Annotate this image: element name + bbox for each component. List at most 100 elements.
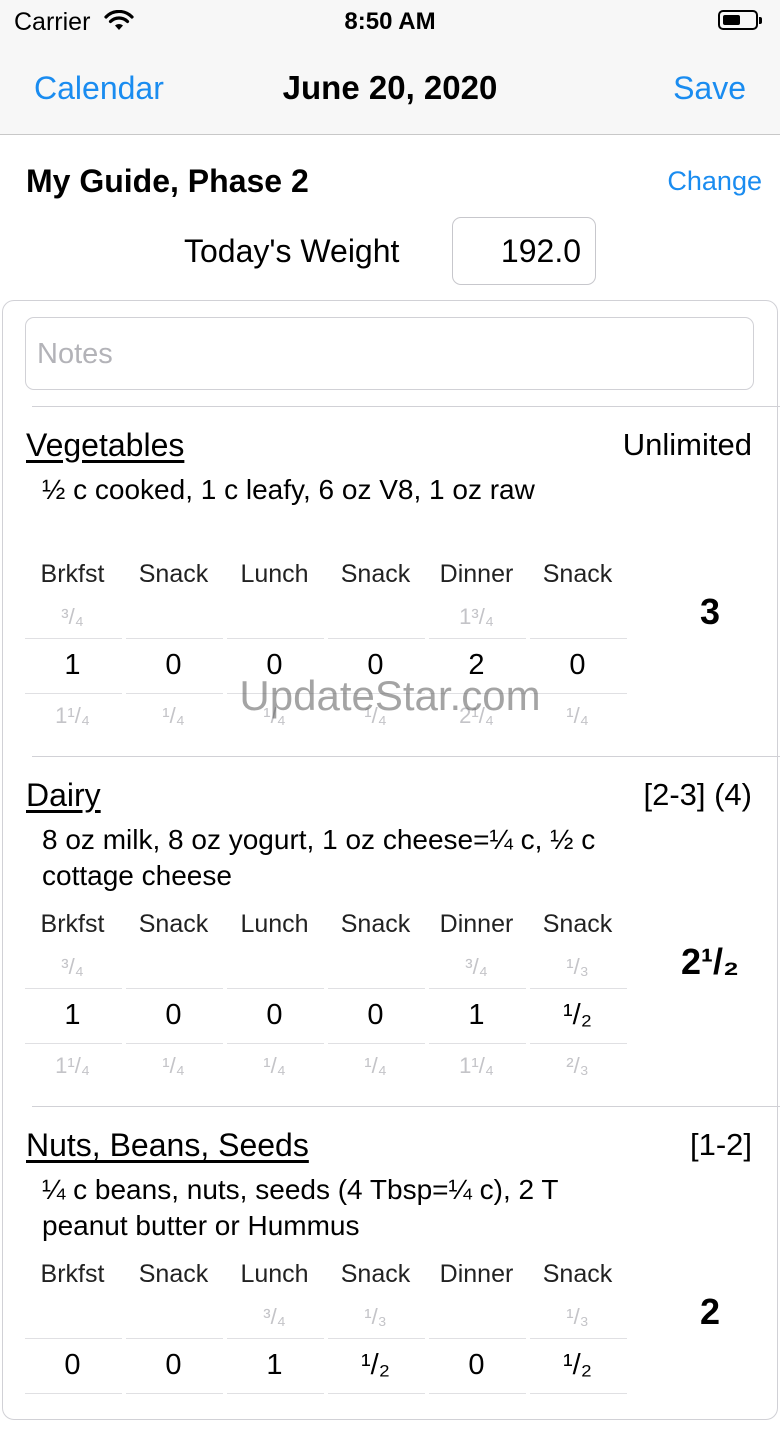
serving-picker[interactable]: ¹/₂ <box>527 1349 628 1382</box>
picker-line <box>328 988 425 989</box>
picker-option-below <box>426 1403 527 1425</box>
picker-line <box>328 1393 425 1394</box>
picker-line <box>429 693 526 694</box>
serving-picker[interactable]: 1 <box>224 1349 325 1382</box>
meal-label: Lunch <box>240 560 309 588</box>
picker-option-below: 2¹/₄ <box>459 703 494 725</box>
guide-title: My Guide, Phase 2 <box>26 163 309 199</box>
navigation-bar: Calendar June 20, 2020 Save <box>0 44 780 135</box>
serving-picker[interactable]: 0 <box>325 999 426 1032</box>
picker-option-above: ³/₄ <box>61 604 84 629</box>
serving-picker[interactable]: 0 <box>325 649 426 682</box>
picker-option-below: ¹/₄ <box>364 1053 387 1075</box>
picker-line <box>25 693 122 694</box>
picker-line <box>530 1393 627 1394</box>
picker-line <box>126 988 223 989</box>
picker-option-below <box>224 1403 325 1425</box>
section-divider <box>32 1106 780 1107</box>
picker-line <box>530 693 627 694</box>
picker-line <box>429 1338 526 1339</box>
servings-target: [2-3] (4) <box>643 777 752 812</box>
picker-line <box>429 638 526 639</box>
picker-option-below <box>325 1403 426 1425</box>
picker-option-above: ¹/₃ <box>364 1304 387 1329</box>
food-group-name[interactable]: Vegetables <box>26 427 184 464</box>
meal-label: Snack <box>542 1260 613 1288</box>
food-group-section: Nuts, Beans, Seeds [1-2] ¼ c beans, nuts, … <box>0 1106 780 1456</box>
meal-label: Snack <box>542 910 613 938</box>
picker-option-below: ¹/₄ <box>263 703 286 725</box>
meal-label: Snack <box>340 1260 411 1288</box>
picker-option-above: ³/₄ <box>263 1304 286 1329</box>
picker-option-below: 1¹/₄ <box>55 703 90 725</box>
picker-line <box>227 638 324 639</box>
serving-picker[interactable]: 0 <box>22 1349 123 1382</box>
serving-picker[interactable]: 1 <box>22 649 123 682</box>
picker-line <box>25 1338 122 1339</box>
serving-picker[interactable]: 1 <box>22 999 123 1032</box>
picker-line <box>126 1043 223 1044</box>
serving-picker[interactable]: 0 <box>224 999 325 1032</box>
picker-option-below: ¹/₄ <box>263 1053 286 1075</box>
serving-picker[interactable]: 0 <box>123 1349 224 1382</box>
food-group-description: ¼ c beans, nuts, seeds (4 Tbsp=¼ c), 2 T… <box>42 1174 558 1241</box>
picker-line <box>530 638 627 639</box>
clock: 8:50 AM <box>344 8 436 35</box>
picker-line <box>429 1043 526 1044</box>
picker-line <box>429 988 526 989</box>
picker-line <box>328 638 425 639</box>
meal-label: Snack <box>340 560 411 588</box>
picker-line <box>328 693 425 694</box>
picker-line <box>227 1043 324 1044</box>
section-divider <box>32 756 780 757</box>
picker-line <box>227 988 324 989</box>
picker-option-below <box>22 1403 123 1425</box>
meal-label: Snack <box>542 560 613 588</box>
save-button[interactable]: Save <box>673 70 746 107</box>
picker-line <box>429 1393 526 1394</box>
picker-line <box>25 1043 122 1044</box>
meal-label: Brkfst <box>40 560 105 588</box>
picker-option-above: ³/₄ <box>465 954 488 979</box>
servings-total: 2 <box>699 1291 721 1332</box>
meal-label: Dinner <box>439 910 514 938</box>
serving-picker[interactable]: 1 <box>426 999 527 1032</box>
weight-input[interactable]: 192.0 <box>452 217 596 285</box>
serving-picker[interactable]: 0 <box>123 999 224 1032</box>
serving-picker[interactable]: ¹/₂ <box>325 1349 426 1382</box>
change-guide-button[interactable]: Change <box>667 166 762 197</box>
meal-label: Lunch <box>240 910 309 938</box>
food-group-name[interactable]: Dairy <box>26 777 101 814</box>
picker-line <box>25 1393 122 1394</box>
food-group-name[interactable]: Nuts, Beans, Seeds <box>26 1127 309 1164</box>
picker-line <box>530 1043 627 1044</box>
picker-line <box>328 1043 425 1044</box>
picker-option-below: ¹/₄ <box>162 1053 185 1075</box>
servings-target: Unlimited <box>622 427 752 462</box>
meal-label: Lunch <box>240 1260 309 1288</box>
serving-picker[interactable]: ¹/₂ <box>527 999 628 1032</box>
serving-picker[interactable]: 0 <box>426 1349 527 1382</box>
picker-option-above: 1³/₄ <box>459 604 494 629</box>
meal-label: Dinner <box>439 560 514 588</box>
picker-line <box>530 1338 627 1339</box>
picker-option-below <box>123 1403 224 1425</box>
servings-total: 3 <box>699 591 721 632</box>
picker-line <box>126 638 223 639</box>
picker-line <box>530 988 627 989</box>
picker-option-above: ¹/₃ <box>566 1304 589 1329</box>
meal-label: Snack <box>138 1260 209 1288</box>
picker-option-below: ¹/₄ <box>162 703 185 725</box>
serving-picker[interactable]: 0 <box>224 649 325 682</box>
serving-picker[interactable]: 0 <box>527 649 628 682</box>
picker-line <box>227 1393 324 1394</box>
serving-picker[interactable]: 2 <box>426 649 527 682</box>
servings-target: [1-2] <box>689 1127 752 1162</box>
notes-input[interactable]: Notes <box>25 317 754 390</box>
serving-picker[interactable]: 0 <box>123 649 224 682</box>
picker-option-below: ¹/₄ <box>364 703 387 725</box>
meal-label: Snack <box>138 560 209 588</box>
servings-total: 2¹/₂ <box>680 941 739 982</box>
weight-label: Today's Weight <box>184 233 400 269</box>
meal-label: Snack <box>138 910 209 938</box>
